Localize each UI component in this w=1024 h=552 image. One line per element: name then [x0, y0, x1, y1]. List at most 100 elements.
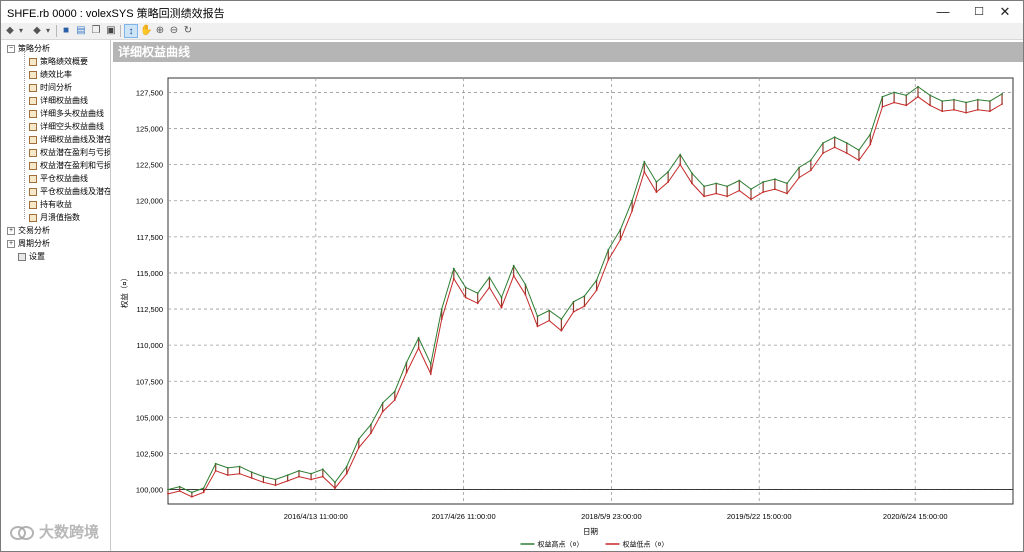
tree-item[interactable]: 权益潜在盈利和亏损 — [29, 159, 110, 172]
print-icon[interactable]: ▣ — [105, 24, 117, 38]
expand-icon[interactable]: + — [7, 239, 15, 248]
tree-item[interactable]: 详细权益曲线 — [29, 94, 88, 107]
data-point — [464, 286, 467, 289]
tree-item-label: 月溃值指数 — [40, 213, 80, 222]
data-point — [583, 295, 586, 297]
data-point — [334, 487, 336, 489]
copy-icon[interactable]: ❐ — [90, 24, 102, 38]
data-point — [881, 95, 884, 98]
zoom-out-icon[interactable]: ⊖ — [168, 24, 180, 38]
data-point — [476, 302, 479, 305]
plot-area — [167, 77, 1014, 505]
y-tick-label: 107,500 — [136, 377, 163, 386]
report-icon — [29, 213, 37, 222]
data-point — [548, 319, 551, 322]
data-point — [202, 487, 205, 489]
equity-curve-chart[interactable]: 100,000 102,500 105,000 107,500 110,000 112,5… — [113, 62, 1023, 551]
tree-item-label: 权益潜在盈利与亏损 — [40, 148, 111, 157]
data-point — [631, 199, 633, 202]
data-point — [274, 484, 277, 487]
back-arrow-icon[interactable]: ◆ — [4, 24, 16, 38]
data-point — [726, 185, 729, 188]
y-tick-label: 125,000 — [136, 125, 163, 134]
tree-item-label: 详细权益曲线 — [40, 96, 88, 105]
x-tick-label: 2018/5/9 23:00:00 — [581, 512, 641, 521]
data-point — [440, 308, 443, 310]
data-point — [512, 264, 515, 267]
data-point — [572, 300, 575, 303]
tree-item[interactable]: 持有收益 — [29, 198, 72, 211]
data-point — [762, 181, 764, 183]
data-point — [357, 446, 360, 449]
expand-icon[interactable]: + — [7, 226, 15, 235]
tree-item[interactable]: 绩效比率 — [29, 68, 72, 81]
collapse-icon[interactable]: − — [7, 44, 15, 53]
tree-item[interactable]: 月溃值指数 — [29, 211, 80, 224]
tree-item[interactable]: 平仓权益曲线 — [29, 172, 88, 185]
tree-group-trade-analysis[interactable]: + 交易分析 — [7, 224, 50, 237]
tree-group-strategy-analysis[interactable]: − 策略分析 — [7, 42, 50, 55]
refresh-icon[interactable]: ↻ — [182, 24, 194, 38]
tree-item[interactable]: 详细多头权益曲线 — [29, 107, 104, 120]
data-point — [941, 110, 944, 113]
minimize-button[interactable]: — — [923, 1, 963, 23]
tree-group-period-analysis[interactable]: + 周期分析 — [7, 237, 50, 250]
data-point — [583, 305, 586, 308]
tree-item[interactable]: 平仓权益曲线及潜在 — [29, 185, 110, 198]
pointer-icon[interactable]: ↕ — [124, 24, 138, 38]
tree-group-label: 周期分析 — [18, 239, 50, 248]
tree-group-label: 交易分析 — [18, 226, 50, 235]
data-point — [691, 182, 693, 185]
data-point — [703, 195, 705, 198]
data-point — [500, 296, 503, 299]
y-tick-label: 120,000 — [136, 197, 163, 206]
tree-item[interactable]: 权益潜在盈利与亏损 — [29, 146, 111, 159]
y-axis-label: 权益（¤） — [119, 274, 129, 308]
data-point — [655, 181, 658, 183]
data-point — [738, 179, 741, 182]
tree-item[interactable]: 策略绩效概要 — [29, 55, 88, 68]
data-point — [726, 195, 729, 198]
report-icon — [29, 96, 37, 105]
data-point — [488, 276, 491, 279]
toolbar-separator — [120, 25, 121, 37]
y-tick-label: 110,000 — [136, 341, 163, 350]
legend-label: 权益高点（¤） — [538, 540, 584, 549]
data-point — [214, 469, 217, 472]
legend-label: 权益低点（¤） — [623, 540, 669, 549]
report-icon — [29, 109, 37, 118]
report-icon — [29, 187, 37, 196]
data-point — [822, 152, 824, 154]
forward-dropdown-icon[interactable]: ▾ — [44, 24, 52, 38]
data-point — [715, 192, 718, 195]
data-point — [191, 495, 193, 498]
data-point — [774, 188, 776, 191]
data-point — [334, 481, 336, 484]
report-icon — [29, 200, 37, 209]
tree-item[interactable]: 详细空头权益曲线 — [29, 120, 104, 133]
tree-item-label: 绩效比率 — [40, 70, 72, 79]
data-point — [941, 100, 944, 102]
tree-item-label: 详细权益曲线及潜在 — [40, 135, 111, 144]
data-point — [238, 472, 241, 475]
zoom-in-icon[interactable]: ⊕ — [154, 24, 166, 38]
back-dropdown-icon[interactable]: ▾ — [17, 24, 25, 38]
data-point — [595, 279, 598, 282]
forward-arrow-icon[interactable]: ◆ — [31, 24, 43, 38]
data-point — [965, 101, 967, 104]
data-point — [703, 185, 705, 188]
close-button[interactable]: ✕ — [985, 1, 1024, 23]
tree-item-settings[interactable]: 设置 — [18, 250, 45, 263]
data-point — [619, 228, 622, 231]
y-tick-label: 117,500 — [136, 233, 163, 242]
data-point — [286, 480, 289, 482]
tree-item[interactable]: 详细权益曲线及潜在 — [29, 133, 111, 146]
data-point — [536, 315, 539, 318]
data-point — [560, 329, 563, 332]
data-point — [345, 465, 348, 468]
export-icon[interactable]: ▤ — [75, 24, 87, 38]
save-icon[interactable]: ■ — [60, 24, 72, 38]
tree-item[interactable]: 时间分析 — [29, 81, 72, 94]
hand-pan-icon[interactable]: ✋ — [140, 24, 152, 38]
settings-icon — [18, 252, 26, 261]
